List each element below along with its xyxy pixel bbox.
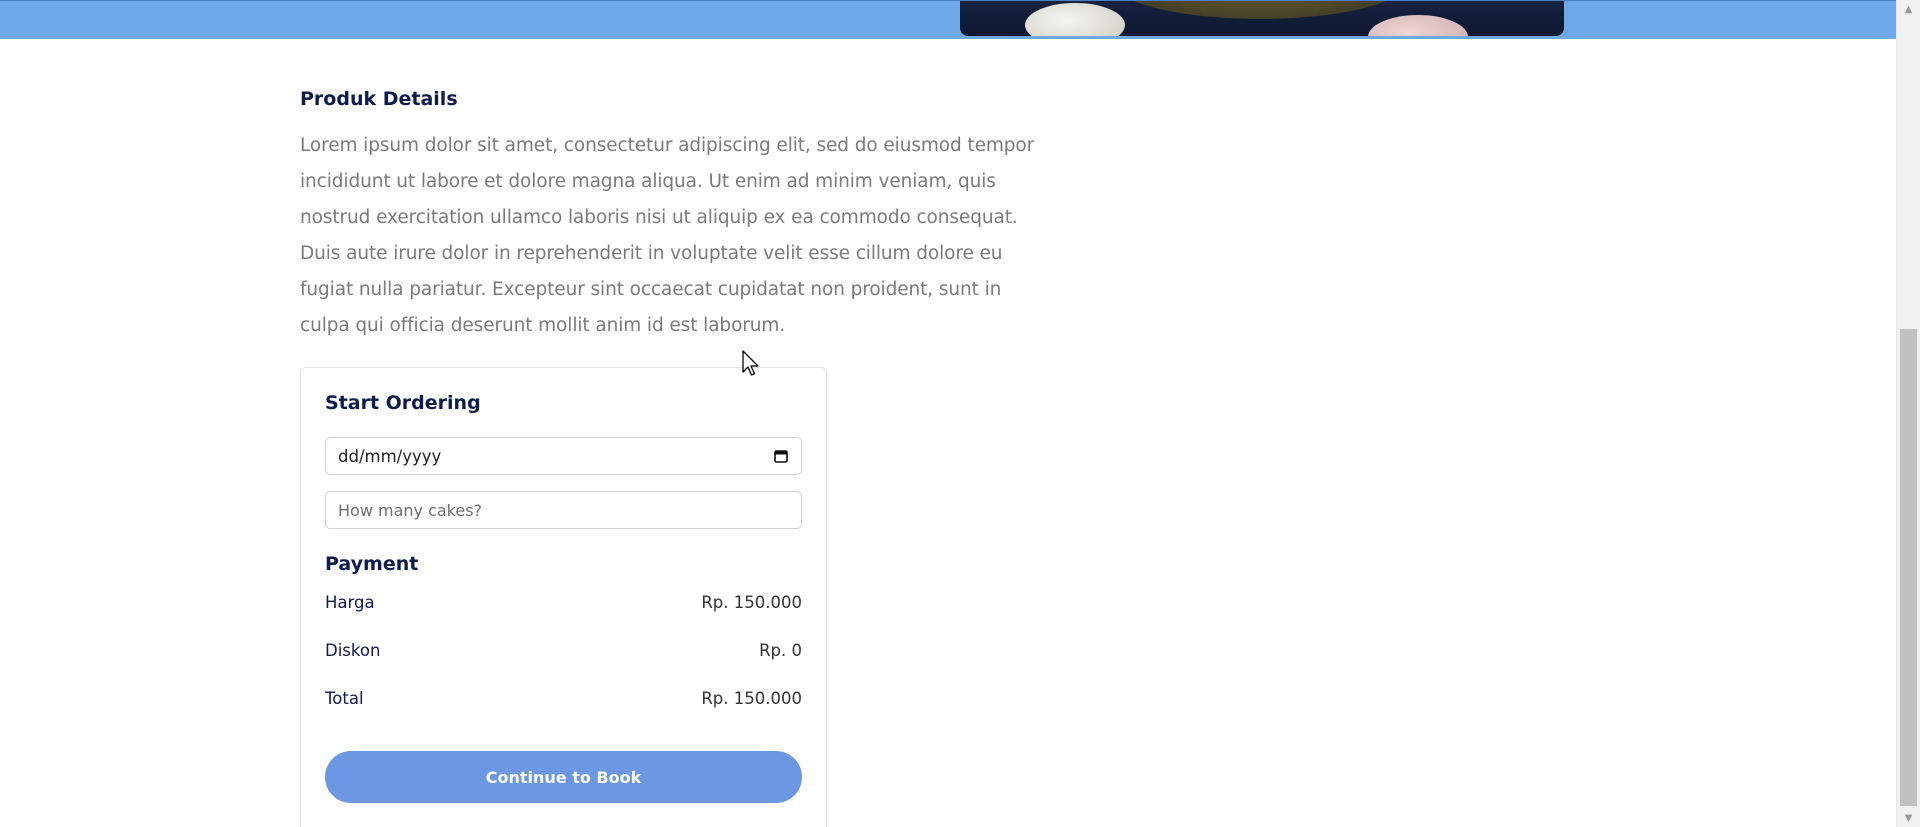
date-field-value: dd/mm/yyyy [338,446,442,466]
product-description: Lorem ipsum dolor sit amet, consectetur … [300,135,1035,336]
payment-row-label: Diskon [325,641,381,660]
mouse-cursor-icon [742,350,759,376]
calendar-icon[interactable] [773,448,789,464]
payment-row-label: Harga [325,593,375,612]
page: Produk Details Lorem ipsum dolor sit ame… [0,0,1920,827]
payment-row-amount: Rp. 150.000 [701,593,802,612]
payment-row-harga: Harga Rp. 150.000 [325,593,802,612]
hero-banner [0,0,1896,39]
payment-row-amount: Rp. 0 [759,641,802,660]
payment-row-diskon: Diskon Rp. 0 [325,641,802,660]
hero-image [960,1,1564,36]
payment-row-label: Total [325,689,364,708]
plate-graphic [1110,1,1410,19]
scroll-up-arrow-icon[interactable]: ▲ [1897,0,1920,18]
cake-quantity-input[interactable] [325,491,802,529]
payment-row-amount: Rp. 150.000 [701,689,802,708]
candy-graphic [1368,15,1468,36]
payment-row-total: Total Rp. 150.000 [325,689,802,708]
product-details-title: Produk Details [300,88,458,110]
candy-graphic [1025,3,1125,36]
order-card: Start Ordering dd/mm/yyyy Payment Harga … [300,367,827,827]
start-ordering-title: Start Ordering [325,392,481,414]
vertical-scrollbar[interactable]: ▲ ▼ [1896,0,1920,827]
scroll-down-arrow-icon[interactable]: ▼ [1897,809,1920,827]
continue-to-book-button[interactable]: Continue to Book [325,751,802,803]
payment-title: Payment [325,553,419,575]
date-field[interactable]: dd/mm/yyyy [325,437,802,475]
scrollbar-thumb[interactable] [1900,329,1917,806]
